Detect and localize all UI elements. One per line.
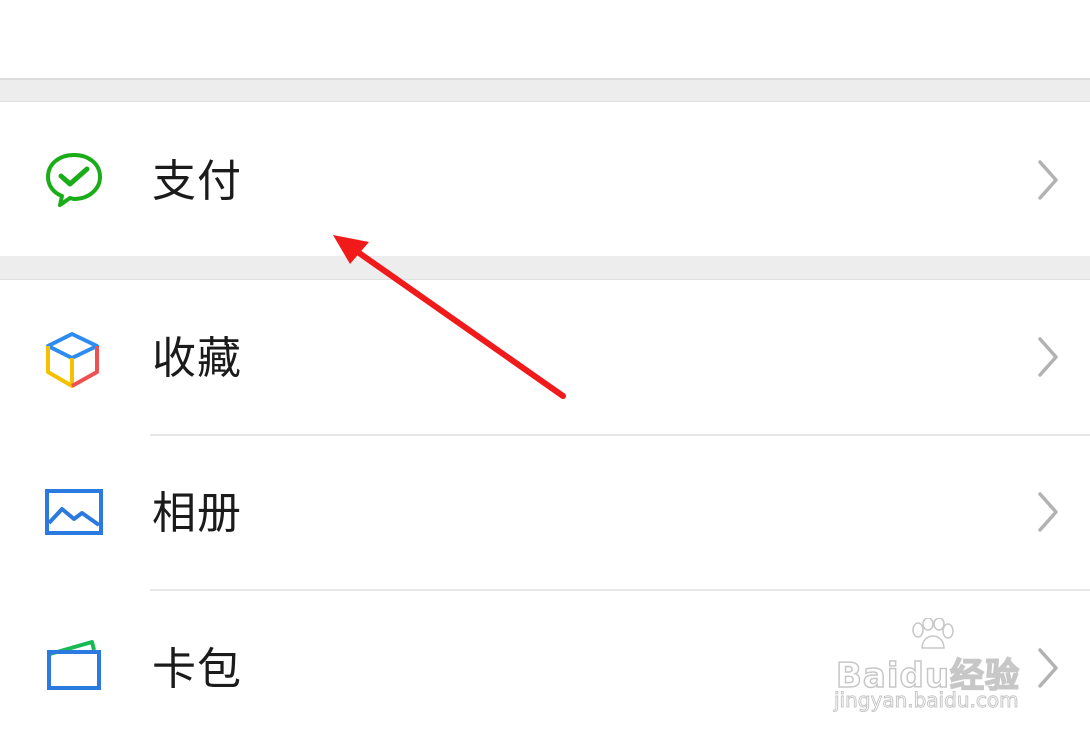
baidu-watermark: Baidu经验 jingyan.baidu.com — [832, 618, 1042, 718]
baidu-paw-logo — [912, 618, 954, 649]
watermark-url: jingyan.baidu.com — [834, 688, 1020, 713]
